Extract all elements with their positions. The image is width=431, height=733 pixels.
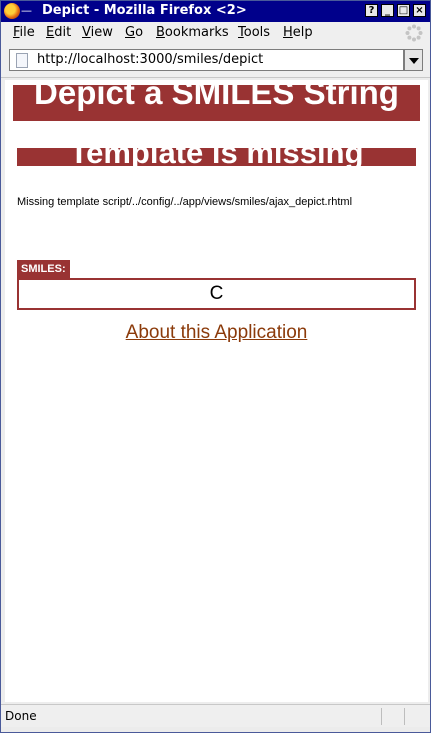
smiles-input[interactable] [17, 278, 416, 310]
status-text: Done [5, 708, 382, 725]
menu-help[interactable]: Help [283, 25, 313, 40]
window-title: Depict - Mozilla Firefox <2> [42, 3, 247, 18]
menu-go[interactable]: Go [125, 25, 143, 40]
menu-edit[interactable]: Edit [46, 25, 71, 40]
menu-bookmarks[interactable]: Bookmarks [156, 25, 229, 40]
url-bar[interactable]: http://localhost:3000/smiles/depict [9, 49, 404, 71]
status-panel [382, 708, 405, 725]
window-bottom-edge [1, 727, 430, 732]
menu-edit-accel: E [46, 25, 55, 40]
page-content: Depict a SMILES String Template is missi… [5, 80, 428, 702]
error-title-banner: Template is missing [17, 148, 416, 166]
page-title: Depict a SMILES String [34, 85, 399, 111]
menu-file-label: ile [19, 25, 35, 40]
menu-view[interactable]: View [82, 25, 113, 40]
url-text[interactable]: http://localhost:3000/smiles/depict [37, 52, 263, 67]
throbber-icon [405, 24, 423, 42]
menu-go-label: o [135, 25, 144, 40]
about-application-link[interactable]: About this Application [5, 322, 428, 344]
help-window-button[interactable]: ? [365, 4, 378, 17]
smiles-label: SMILES: [17, 260, 70, 279]
menu-help-accel: H [283, 25, 293, 40]
menu-bookmarks-accel: B [156, 25, 165, 40]
url-history-dropdown-button[interactable] [404, 49, 423, 71]
navigation-toolbar: http://localhost:3000/smiles/depict [1, 44, 430, 78]
menu-view-accel: V [82, 25, 91, 40]
minimize-window-button[interactable]: _ [381, 4, 394, 17]
page-icon [16, 53, 28, 68]
browser-window: — Depict - Mozilla Firefox <2> ? _ □ × F… [0, 0, 431, 733]
menu-bookmarks-label: ookmarks [164, 25, 229, 40]
close-window-button[interactable]: × [413, 4, 426, 17]
menu-help-label: elp [292, 25, 313, 40]
page-title-banner: Depict a SMILES String [13, 85, 420, 121]
menu-bar: File Edit View Go Bookmarks Tools Help [1, 22, 430, 44]
maximize-window-button[interactable]: □ [397, 4, 410, 17]
status-bar: Done [1, 704, 430, 727]
firefox-logo-icon[interactable] [4, 3, 20, 19]
error-title: Template is missing [69, 148, 364, 166]
menu-file[interactable]: File [13, 25, 35, 40]
window-menu-dash[interactable]: — [21, 4, 32, 17]
menu-edit-label: dit [54, 25, 72, 40]
menu-tools[interactable]: Tools [238, 25, 270, 40]
menu-view-label: iew [90, 25, 113, 40]
menu-go-accel: G [125, 25, 136, 40]
title-bar[interactable]: — Depict - Mozilla Firefox <2> ? _ □ × [1, 1, 430, 22]
error-message: Missing template script/../config/../app… [17, 196, 353, 208]
menu-tools-label: ools [243, 25, 271, 40]
